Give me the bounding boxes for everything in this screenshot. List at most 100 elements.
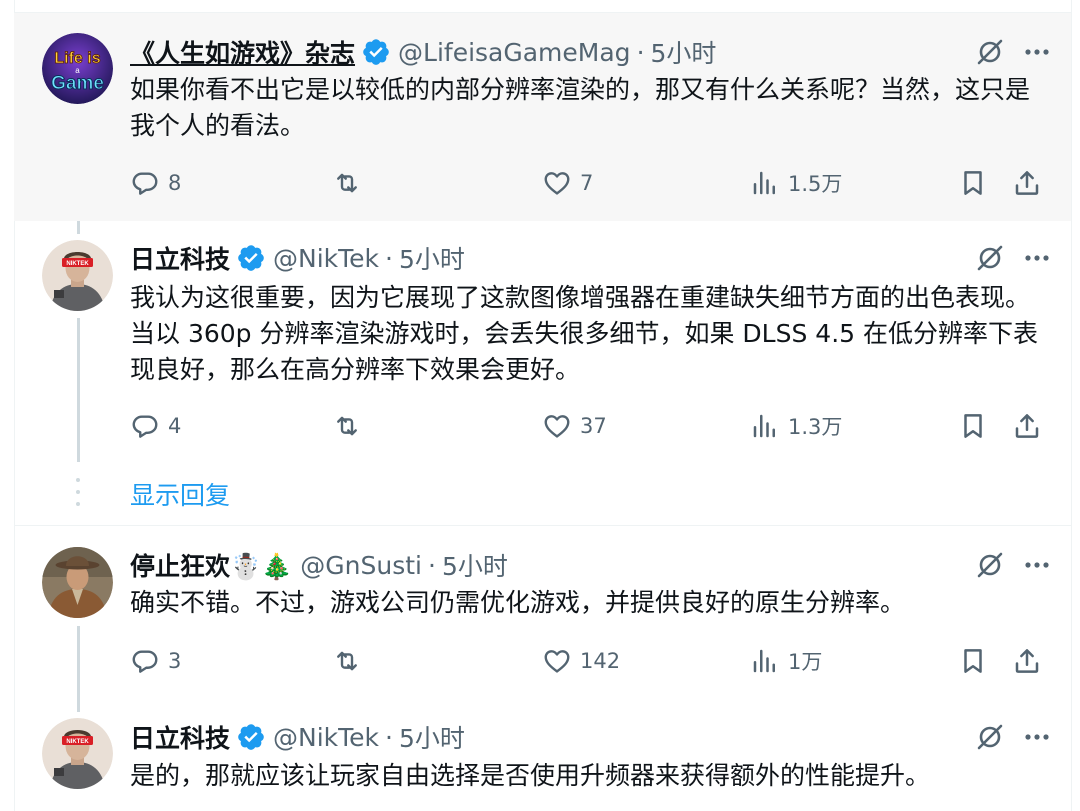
bookmark-icon [964, 649, 982, 673]
like-count: 142 [580, 649, 621, 673]
reply-count: 4 [168, 414, 182, 438]
retweet-icon [337, 416, 357, 436]
tweet-header: 日立科技 @NikTek · 5小时 [130, 717, 1052, 757]
avatar-image: NIKTEK [42, 718, 113, 789]
avatar-logo-line1: Life is [54, 50, 100, 67]
tweet-header-actions [974, 545, 1052, 585]
views-button[interactable]: 1万 [750, 641, 822, 681]
reply-icon [132, 650, 158, 673]
timestamp[interactable]: 5小时 [399, 719, 465, 755]
bookmark-icon [964, 414, 982, 438]
grok-icon[interactable] [974, 242, 1006, 274]
like-icon [544, 650, 570, 673]
tweet-item[interactable]: NIKTEK 日立科技 @NikTek · 5小时 我认为这很重要，因为它展现了… [14, 222, 1072, 522]
verified-badge-icon [238, 245, 264, 271]
tweet-header-actions [974, 32, 1052, 72]
views-count: 1万 [788, 650, 823, 674]
avatar[interactable]: NIKTEK [42, 240, 113, 311]
views-count: 1.5万 [788, 172, 843, 196]
reply-count: 3 [168, 649, 182, 673]
verified-badge-icon [238, 724, 264, 750]
display-name[interactable]: 《人生如游戏》杂志 [130, 34, 355, 70]
tweet-header: 停止狂欢☃️🎄 @GnSusti · 5小时 [130, 545, 1052, 585]
timestamp[interactable]: 5小时 [399, 240, 465, 276]
like-button[interactable]: 37 [542, 406, 607, 446]
handle[interactable]: @LifeisaGameMag [398, 38, 631, 67]
more-icon[interactable] [1022, 243, 1052, 273]
tweet-header-actions [974, 717, 1052, 757]
tweet-text: 确实不错。不过，游戏公司仍需优化游戏，并提供良好的原生分辨率。 [130, 588, 906, 617]
reply-icon [132, 415, 158, 438]
separator-dot: · [385, 722, 393, 752]
avatar[interactable]: NIKTEK [42, 718, 113, 789]
handle[interactable]: @NikTek [273, 723, 379, 752]
views-icon [753, 649, 775, 673]
retweet-icon [337, 651, 357, 671]
bookmark-button[interactable] [958, 641, 996, 681]
timestamp[interactable]: 5小时 [442, 547, 508, 583]
share-icon [1015, 649, 1039, 673]
views-icon [753, 414, 775, 438]
separator-dot: · [427, 550, 436, 580]
reply-icon [132, 172, 158, 195]
reply-button[interactable]: 8 [130, 163, 181, 203]
share-button[interactable] [1012, 163, 1050, 203]
views-button[interactable]: 1.5万 [750, 163, 842, 203]
like-button[interactable]: 142 [542, 641, 620, 681]
tweet-actions: 8 7 1.5万 [130, 163, 1044, 203]
tweet-item[interactable]: Life is a Game 《人生如游戏》杂志 @LifeisaGameMag… [14, 13, 1072, 221]
share-icon [1015, 171, 1039, 195]
tweet-text: 我认为这很重要，因为它展现了这款图像增强器在重建缺失细节方面的出色表现。当以 3… [130, 283, 1038, 384]
separator-dot: · [385, 243, 393, 273]
retweet-button[interactable] [332, 406, 370, 446]
retweet-button[interactable] [332, 163, 370, 203]
avatar-image: NIKTEK [42, 240, 113, 311]
separator-dot: · [636, 37, 645, 67]
handle[interactable]: @NikTek [273, 244, 379, 273]
display-name[interactable]: 停止狂欢☃️🎄 [130, 547, 292, 583]
reply-thread-column: Life is a Game 《人生如游戏》杂志 @LifeisaGameMag… [14, 0, 1072, 811]
tweet-actions: 4 37 1.3万 [130, 406, 1044, 446]
reply-button[interactable]: 3 [130, 641, 181, 681]
reply-count: 8 [168, 171, 182, 195]
avatar[interactable] [42, 547, 113, 618]
views-icon [753, 171, 775, 195]
avatar[interactable]: Life is a Game [42, 33, 113, 104]
avatar-image [42, 547, 113, 618]
views-count: 1.3万 [788, 415, 843, 439]
display-name[interactable]: 日立科技 [130, 719, 230, 755]
bookmark-icon [964, 171, 982, 195]
retweet-button[interactable] [332, 641, 370, 681]
avatar-logo-line3: Game [51, 73, 104, 94]
tweet-text: 如果你看不出它是以较低的内部分辨率渲染的，那又有什么关系呢？当然，这只是我个人的… [130, 75, 1031, 140]
grok-icon[interactable] [974, 36, 1006, 68]
tweet-header-actions [974, 238, 1052, 278]
tweet-header: 日立科技 @NikTek · 5小时 [130, 238, 1052, 278]
avatar-logo: NIKTEK [66, 261, 89, 267]
bookmark-button[interactable] [958, 406, 996, 446]
more-icon[interactable] [1022, 37, 1052, 67]
bookmark-button[interactable] [958, 163, 996, 203]
verified-badge-icon [363, 39, 389, 65]
like-icon [544, 172, 570, 195]
share-button[interactable] [1012, 641, 1050, 681]
handle[interactable]: @GnSusti [300, 551, 422, 580]
tweet-item[interactable]: 停止狂欢☃️🎄 @GnSusti · 5小时 确实不错。不过，游戏公司仍需优化游… [14, 526, 1072, 706]
like-icon [544, 415, 570, 438]
like-button[interactable]: 7 [542, 163, 593, 203]
timestamp[interactable]: 5小时 [651, 34, 717, 70]
more-icon[interactable] [1022, 722, 1052, 752]
reply-button[interactable]: 4 [130, 406, 181, 446]
grok-icon[interactable] [974, 721, 1006, 753]
show-replies-link[interactable]: 显示回复 [130, 476, 230, 512]
avatar-image: Life is a Game [42, 33, 113, 104]
tweet-item[interactable]: NIKTEK 日立科技 @NikTek · 5小时 是的，那就应该让玩家自由选择… [14, 706, 1072, 811]
retweet-icon [337, 173, 357, 193]
grok-icon[interactable] [974, 549, 1006, 581]
share-button[interactable] [1012, 406, 1050, 446]
share-icon [1015, 414, 1039, 438]
display-name[interactable]: 日立科技 [130, 240, 230, 276]
avatar-logo: NIKTEK [66, 739, 89, 745]
views-button[interactable]: 1.3万 [750, 406, 842, 446]
more-icon[interactable] [1022, 550, 1052, 580]
